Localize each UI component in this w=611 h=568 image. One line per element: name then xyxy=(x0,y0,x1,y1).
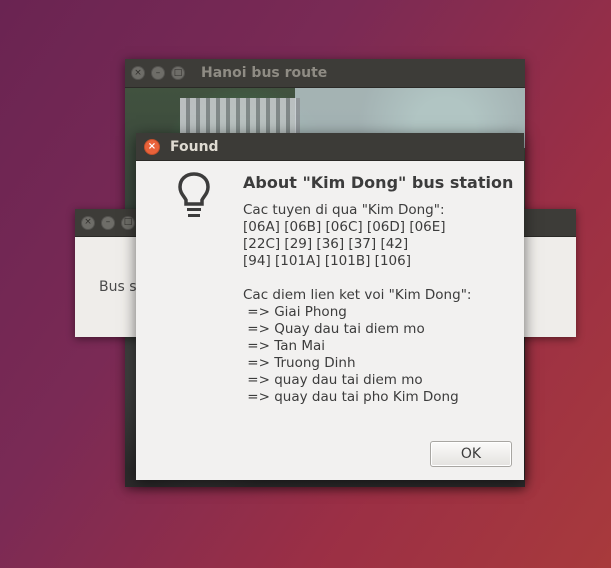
routes-label: Cac tuyen di qua "Kim Dong": xyxy=(243,202,445,218)
secondary-window-text: Bus s xyxy=(99,279,137,295)
routes-line: [22C] [29] [36] [37] [42] xyxy=(243,236,409,252)
link-item: => quay dau tai pho Kim Dong xyxy=(243,389,459,405)
link-item: => Truong Dinh xyxy=(243,355,356,371)
links-label: Cac diem lien ket voi "Kim Dong": xyxy=(243,287,472,303)
link-item: => Quay dau tai diem mo xyxy=(243,321,425,337)
dialog-titlebar[interactable]: × Found xyxy=(136,133,524,161)
link-item: => Giai Phong xyxy=(243,304,347,320)
dialog-content: Cac tuyen di qua "Kim Dong": [06A] [06B]… xyxy=(243,202,513,406)
found-dialog: × Found About "Kim Dong" bus station Cac… xyxy=(136,133,524,480)
routes-line: [06A] [06B] [06C] [06D] [06E] xyxy=(243,219,446,235)
minimize-button[interactable]: – xyxy=(101,215,115,230)
link-item: => quay dau tai diem mo xyxy=(243,372,423,388)
minimize-button[interactable]: – xyxy=(151,66,165,80)
lightbulb-icon xyxy=(178,172,210,217)
close-button[interactable]: × xyxy=(131,66,145,80)
window-title: Hanoi bus route xyxy=(201,65,328,81)
dialog-close-button[interactable]: × xyxy=(144,138,160,155)
ok-button[interactable]: OK xyxy=(430,441,512,467)
maximize-button[interactable]: □ xyxy=(121,215,135,230)
close-button[interactable]: × xyxy=(81,215,95,230)
link-item: => Tan Mai xyxy=(243,338,326,354)
dialog-title: Found xyxy=(170,138,219,155)
routes-line: [94] [101A] [101B] [106] xyxy=(243,253,411,269)
main-window-titlebar[interactable]: × – □ Hanoi bus route xyxy=(125,59,525,88)
maximize-button[interactable]: □ xyxy=(171,66,185,80)
dialog-heading: About "Kim Dong" bus station xyxy=(243,173,514,192)
